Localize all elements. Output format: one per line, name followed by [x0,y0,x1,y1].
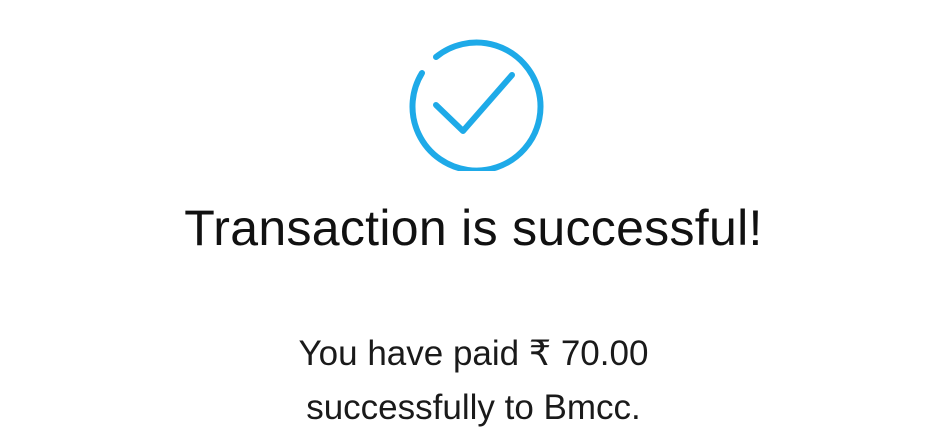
payment-amount-line: You have paid ₹ 70.00 [298,334,649,373]
status-title: Transaction is successful! [184,200,763,256]
payment-recipient-line: successfully to Bmcc. [306,388,641,427]
payment-message: You have paid ₹ 70.00 successfully to Bm… [0,327,947,435]
check-circle-icon [402,37,548,171]
